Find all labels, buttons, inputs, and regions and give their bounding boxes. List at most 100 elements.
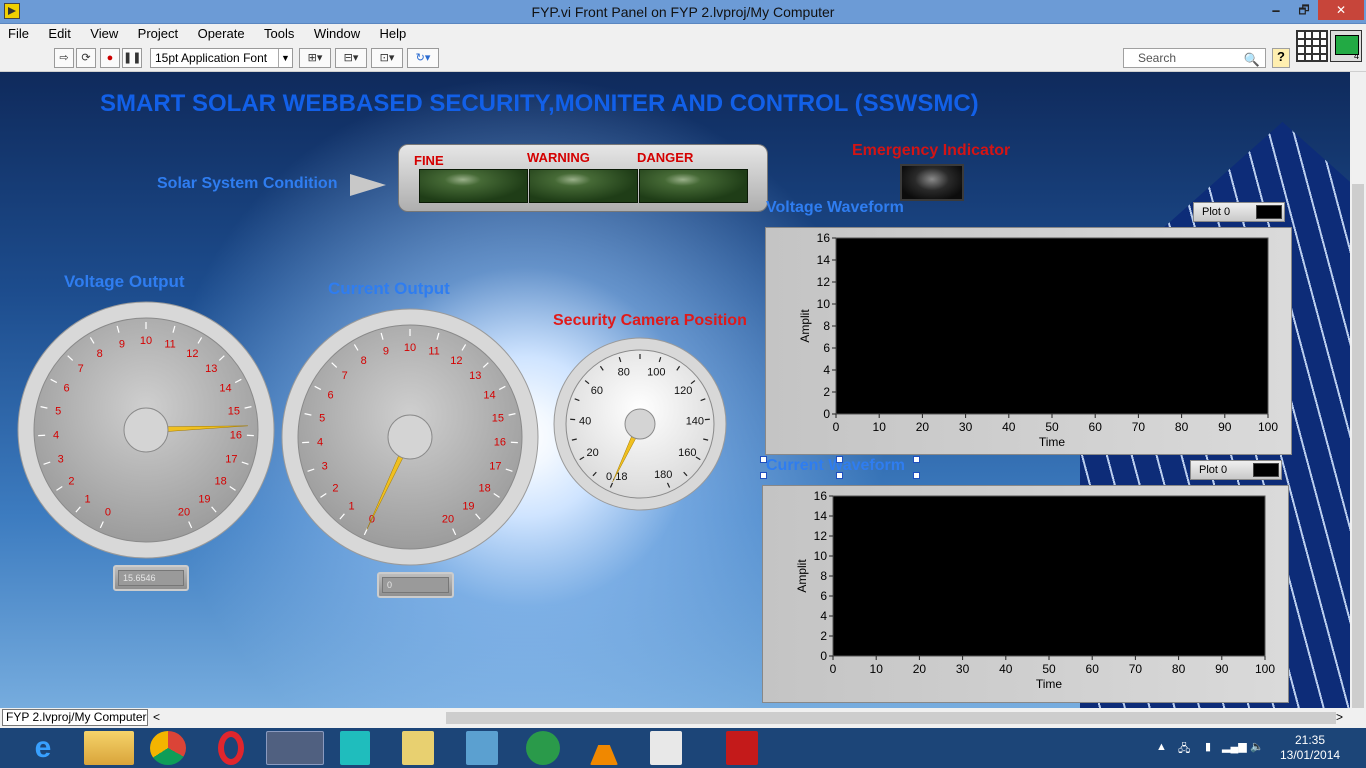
condition-indicator-cluster[interactable]: FINE WARNING DANGER xyxy=(398,144,768,212)
distribute-objects-icon[interactable]: ⊟▾ xyxy=(335,48,367,68)
menu-tools[interactable]: Tools xyxy=(256,24,301,41)
current-plot-legend[interactable]: Plot 0 xyxy=(1190,460,1282,480)
run-arrow-icon[interactable]: ⇨ xyxy=(54,48,74,68)
cg-tick-label: 10 xyxy=(404,342,416,354)
cg-tick-label: 2 xyxy=(332,482,338,494)
run-continuously-icon[interactable]: ⟳ xyxy=(76,48,96,68)
sticky-notes-icon[interactable] xyxy=(402,731,434,765)
cg-tick-label: 19 xyxy=(462,500,474,512)
vchart-ylabel: Amplit xyxy=(798,309,812,343)
selection-handle[interactable] xyxy=(836,472,843,479)
current-output-label: Current Output xyxy=(328,279,450,298)
selection-handle[interactable] xyxy=(913,456,920,463)
cg-tick-label: 20 xyxy=(442,514,454,526)
photo-viewer-icon[interactable] xyxy=(466,731,498,765)
taskbar-clock[interactable]: 21:35 13/01/2014 xyxy=(1280,733,1340,763)
help-button[interactable]: ? xyxy=(1272,48,1290,68)
menu-window[interactable]: Window xyxy=(306,24,367,41)
menu-view[interactable]: View xyxy=(82,24,125,41)
remote-desktop-icon[interactable] xyxy=(340,731,370,765)
vg-tick-label: 8 xyxy=(97,348,103,360)
selection-handle[interactable] xyxy=(836,456,843,463)
file-explorer-icon[interactable] xyxy=(84,731,134,765)
chrome-icon[interactable] xyxy=(150,731,186,765)
align-objects-icon[interactable]: ⊞▾ xyxy=(299,48,331,68)
vi-icon[interactable]: 4 xyxy=(1330,30,1362,62)
menu-bar: File Edit View Project Operate Tools Win… xyxy=(0,24,1366,44)
menu-project[interactable]: Project xyxy=(130,24,185,41)
menu-file[interactable]: File xyxy=(0,24,36,41)
vertical-scrollbar[interactable] xyxy=(1350,72,1366,710)
abort-icon[interactable]: ● xyxy=(100,48,120,68)
search-input[interactable]: Search 🔍 xyxy=(1123,48,1266,68)
selection-handle[interactable] xyxy=(760,472,767,479)
maximize-button[interactable]: 🗗 xyxy=(1290,0,1318,20)
resize-objects-icon[interactable]: ⊡▾ xyxy=(371,48,403,68)
font-select[interactable]: 15pt Application Font ▼ xyxy=(150,48,293,68)
signal-icon[interactable]: ▂▄▆ xyxy=(1222,740,1247,753)
close-button[interactable]: ✕ xyxy=(1318,0,1364,20)
connector-pane-icon[interactable] xyxy=(1296,30,1328,62)
voltage-waveform-chart[interactable]: 0 10 20 30 40 50 60 70 80 90 100 0 2 4 6 8 10 12 14 16 Time A… xyxy=(765,227,1292,455)
voltage-gauge[interactable]: 0123456789 10 11121314151617181920 xyxy=(16,300,276,560)
vchart-x-tick-label: 60 xyxy=(1089,420,1103,434)
selection-handle[interactable] xyxy=(913,472,920,479)
battery-icon[interactable]: ▮ xyxy=(1205,740,1211,753)
voltage-digital-display[interactable]: 15.6546 xyxy=(113,565,189,591)
acrobat-icon[interactable] xyxy=(726,731,758,765)
horizontal-scroll-thumb[interactable] xyxy=(446,712,1336,724)
voltage-plot-legend[interactable]: Plot 0 xyxy=(1193,202,1285,222)
vg-tick-label: 6 xyxy=(63,383,69,395)
menu-edit[interactable]: Edit xyxy=(40,24,77,41)
vertical-scroll-thumb[interactable] xyxy=(1352,184,1364,710)
vchart-y-tick-label: 4 xyxy=(823,363,830,377)
vg-tick-label: 9 xyxy=(119,338,125,350)
vchart-x-tick-label: 40 xyxy=(1002,420,1016,434)
pause-icon[interactable]: ❚❚ xyxy=(122,48,142,68)
status-bar: FYP 2.lvproj/My Computer < > xyxy=(0,708,1366,728)
vchart-x-tick-label: 30 xyxy=(959,420,973,434)
window-titlebar[interactable]: FYP.vi Front Panel on FYP 2.lvproj/My Co… xyxy=(0,0,1366,24)
ie-icon[interactable]: e xyxy=(14,731,72,765)
scroll-right-icon[interactable]: > xyxy=(1336,710,1343,724)
emergency-indicator-led[interactable] xyxy=(900,164,964,201)
menu-operate[interactable]: Operate xyxy=(190,24,252,41)
vchart-plot-area xyxy=(835,237,1269,415)
current-gauge[interactable]: 01234567891011121314151617181920 xyxy=(280,307,540,567)
vg-tick-label: 19 xyxy=(198,493,210,505)
voltage-waveform-label: Voltage Waveform xyxy=(766,199,904,216)
vchart-x-tick-label: 0 xyxy=(833,420,840,434)
camera-position-gauge[interactable]: 20406080 1001201401601800.18 xyxy=(552,336,728,512)
vchart-x-tick-label: 10 xyxy=(873,420,887,434)
led-fine[interactable] xyxy=(419,169,528,203)
tray-expand-icon[interactable]: ▲ xyxy=(1156,741,1167,753)
opera-icon[interactable] xyxy=(218,731,244,765)
current-digital-display[interactable]: 0 xyxy=(377,572,454,598)
current-digital-value: 0 xyxy=(382,577,449,593)
vg-tick-label: 12 xyxy=(186,348,198,360)
cchart-x-tick-label: 30 xyxy=(956,662,970,676)
scroll-left-icon[interactable]: < xyxy=(153,710,160,724)
voltage-legend-label: Plot 0 xyxy=(1202,206,1231,218)
minimize-button[interactable]: 🗕 xyxy=(1262,0,1290,20)
project-path[interactable]: FYP 2.lvproj/My Computer xyxy=(2,709,148,726)
led-danger[interactable] xyxy=(639,169,748,203)
current-waveform-chart[interactable]: 0 10 20 30 40 50 60 70 80 90 100 0 2 4 6 8 10 12 14 16 Time A… xyxy=(762,485,1289,703)
vchart-y-tick-label: 0 xyxy=(823,407,830,421)
cg-tick-label: 6 xyxy=(327,390,333,402)
reorder-icon[interactable]: ↻▾ xyxy=(407,48,439,68)
cchart-y-tick-label: 4 xyxy=(820,609,827,623)
led-warning[interactable] xyxy=(529,169,638,203)
vlc-icon[interactable] xyxy=(590,731,618,765)
volume-icon[interactable]: 🔈 xyxy=(1250,740,1264,753)
menu-help[interactable]: Help xyxy=(372,24,414,41)
labview-taskbar-icon[interactable] xyxy=(266,731,324,765)
security-camera-label: Security Camera Position xyxy=(553,312,747,329)
cchart-plot-area xyxy=(832,495,1266,657)
internet-download-icon[interactable] xyxy=(526,731,560,765)
selection-handle[interactable] xyxy=(760,456,767,463)
network-icon[interactable]: 🖧 xyxy=(1178,740,1190,759)
notepad-icon[interactable] xyxy=(650,731,682,765)
cchart-x-tick-label: 10 xyxy=(870,662,884,676)
current-chart-svg: 0 10 20 30 40 50 60 70 80 90 100 0 2 4 6 8 10 12 14 16 Time A… xyxy=(795,489,1275,691)
